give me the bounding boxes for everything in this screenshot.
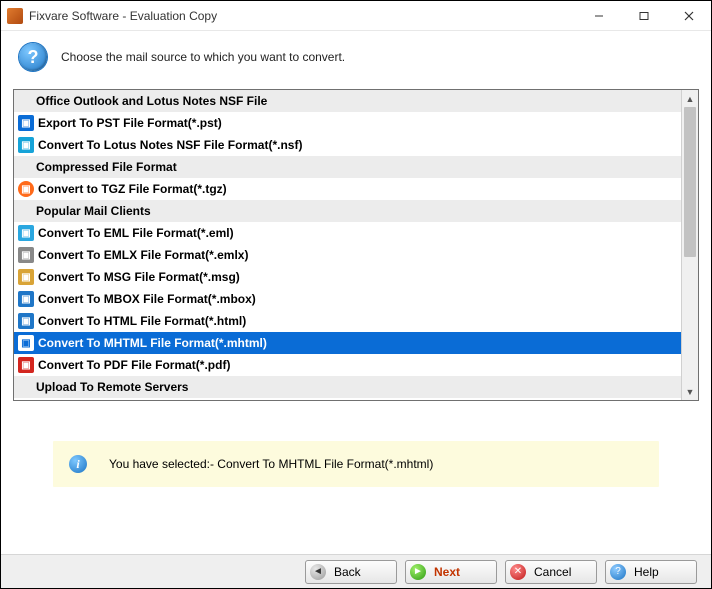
list-item-label: Convert To HTML File Format(*.html) [38, 314, 246, 328]
app-icon [7, 8, 23, 24]
list-item[interactable]: ▣ Convert To Lotus Notes NSF File Format(… [14, 134, 681, 156]
outlook-icon: ▣ [18, 115, 34, 131]
minimize-button[interactable] [576, 1, 621, 31]
scroll-thumb[interactable] [684, 107, 696, 257]
notes-icon: ▣ [18, 137, 34, 153]
eml-icon: ▣ [18, 225, 34, 241]
footer: ◄ Back ► Next ✕ Cancel ? Help [1, 554, 711, 588]
list-item-label: Convert To MHTML File Format(*.mhtml) [38, 336, 267, 350]
list-item-label: Convert To MSG File Format(*.msg) [38, 270, 240, 284]
instruction-text: Choose the mail source to which you want… [61, 50, 345, 64]
list-header: Office Outlook and Lotus Notes NSF File [14, 90, 681, 112]
list-item-label: Export To PST File Format(*.pst) [38, 116, 222, 130]
list-item-label: Office Outlook and Lotus Notes NSF File [36, 94, 267, 108]
list-item-label: Convert To EMLX File Format(*.emlx) [38, 248, 248, 262]
list-item[interactable]: ▣ Convert To MSG File Format(*.msg) [14, 266, 681, 288]
scrollbar[interactable]: ▲ ▼ [681, 90, 698, 400]
list-header: Popular Mail Clients [14, 200, 681, 222]
scroll-down-arrow[interactable]: ▼ [682, 383, 698, 400]
list-header: Compressed File Format [14, 156, 681, 178]
list-item-label: Convert To MBOX File Format(*.mbox) [38, 292, 256, 306]
pdf-icon: ▣ [18, 357, 34, 373]
list-header: Upload To Remote Servers [14, 376, 681, 398]
list-item-label: Convert To Lotus Notes NSF File Format(*… [38, 138, 302, 152]
msg-icon: ▣ [18, 269, 34, 285]
back-icon: ◄ [310, 564, 326, 580]
help-icon: ? [610, 564, 626, 580]
list-item[interactable]: ▣ Convert To MBOX File Format(*.mbox) [14, 288, 681, 310]
scroll-up-arrow[interactable]: ▲ [682, 90, 698, 107]
info-icon: i [69, 455, 87, 473]
cancel-label: Cancel [534, 565, 571, 579]
mhtml-icon: ▣ [18, 335, 34, 351]
html-icon: ▣ [18, 313, 34, 329]
list-item-label: Convert To EML File Format(*.eml) [38, 226, 234, 240]
list-item[interactable]: ▣ Convert To HTML File Format(*.html) [14, 310, 681, 332]
list-item[interactable]: ▣ Convert To MHTML File Format(*.mhtml) [14, 332, 681, 354]
instruction-row: ? Choose the mail source to which you wa… [1, 31, 711, 89]
back-button[interactable]: ◄ Back [305, 560, 397, 584]
window-title: Fixvare Software - Evaluation Copy [29, 9, 576, 23]
help-button[interactable]: ? Help [605, 560, 697, 584]
list-item-label: Convert to TGZ File Format(*.tgz) [38, 182, 227, 196]
tgz-icon: ▣ [18, 181, 34, 197]
next-label: Next [434, 565, 460, 579]
question-icon: ? [19, 43, 47, 71]
list-item[interactable]: ▣ Export To PST File Format(*.pst) [14, 112, 681, 134]
list-item[interactable]: ▣ Convert to TGZ File Format(*.tgz) [14, 178, 681, 200]
close-button[interactable] [666, 1, 711, 31]
emlx-icon: ▣ [18, 247, 34, 263]
cancel-icon: ✕ [510, 564, 526, 580]
cancel-button[interactable]: ✕ Cancel [505, 560, 597, 584]
list-item-label: Upload To Remote Servers [36, 380, 188, 394]
next-icon: ► [410, 564, 426, 580]
list-item-label: Compressed File Format [36, 160, 177, 174]
mbox-icon: ▣ [18, 291, 34, 307]
list-item-label: Convert To PDF File Format(*.pdf) [38, 358, 230, 372]
format-list-body[interactable]: Office Outlook and Lotus Notes NSF File▣… [14, 90, 681, 400]
list-item[interactable]: ▣ Convert To PDF File Format(*.pdf) [14, 354, 681, 376]
selection-text: You have selected:- Convert To MHTML Fil… [109, 457, 433, 471]
titlebar: Fixvare Software - Evaluation Copy [1, 1, 711, 31]
list-item[interactable]: ▣ Convert To EML File Format(*.eml) [14, 222, 681, 244]
selection-banner: i You have selected:- Convert To MHTML F… [53, 441, 659, 487]
next-button[interactable]: ► Next [405, 560, 497, 584]
list-item-label: Popular Mail Clients [36, 204, 151, 218]
maximize-button[interactable] [621, 1, 666, 31]
format-list: Office Outlook and Lotus Notes NSF File▣… [13, 89, 699, 401]
list-item[interactable]: ▣ Convert To EMLX File Format(*.emlx) [14, 244, 681, 266]
back-label: Back [334, 565, 361, 579]
help-label: Help [634, 565, 659, 579]
